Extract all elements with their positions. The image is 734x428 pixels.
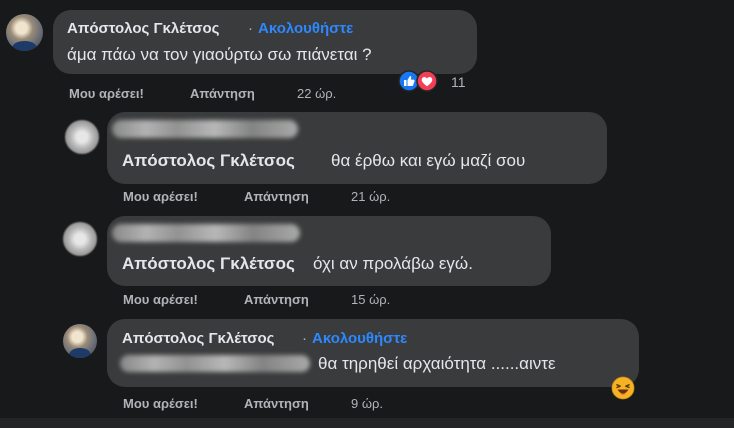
follow-link[interactable]: Ακολουθήστε	[258, 20, 353, 37]
comment-time[interactable]: 22 ώρ.	[297, 86, 336, 101]
reply-button[interactable]: Απάντηση	[190, 86, 255, 101]
comment-text: άμα πάω να τον γιαούρτω σω πιάνεται ?	[67, 45, 372, 64]
reply-text: θα έρθω και εγώ μαζί σου	[331, 151, 526, 170]
reply-mention[interactable]: Απόστολος Γκλέτσος	[122, 254, 295, 274]
next-comment-edge	[0, 418, 734, 428]
reply-avatar[interactable]	[65, 120, 99, 154]
reply-mention[interactable]: Απόστολος Γκλέτσος	[122, 151, 295, 171]
like-button[interactable]: Μου αρέσει!	[123, 189, 198, 204]
reply-avatar[interactable]	[63, 324, 97, 358]
like-button[interactable]: Μου αρέσει!	[69, 86, 144, 101]
reply-time[interactable]: 9 ώρ.	[351, 396, 383, 411]
separator-dot: ·	[248, 20, 253, 37]
reply-text: θα τηρηθεί αρχαιότητα ......αιντε	[318, 354, 556, 373]
reply-button[interactable]: Απάντηση	[244, 292, 309, 307]
comment-thread: Απόστολος Γκλέτσος · Ακολουθήστε άμα πάω…	[0, 0, 734, 428]
follow-link[interactable]: Ακολουθήστε	[312, 330, 407, 347]
mention-redacted	[120, 355, 310, 372]
like-button[interactable]: Μου αρέσει!	[123, 396, 198, 411]
commenter-avatar[interactable]	[6, 14, 43, 51]
reply-time[interactable]: 15 ώρ.	[351, 292, 390, 307]
laughing-emoji-icon	[611, 376, 635, 400]
reply-time[interactable]: 21 ώρ.	[351, 189, 390, 204]
comment-author[interactable]: Απόστολος Γκλέτσος	[67, 20, 219, 37]
reply-author[interactable]: Απόστολος Γκλέτσος	[122, 330, 274, 347]
reaction-count[interactable]: 11	[451, 74, 466, 90]
love-icon	[416, 70, 438, 92]
reply-author-redacted	[112, 120, 298, 138]
reply-button[interactable]: Απάντηση	[244, 189, 309, 204]
separator-dot: ·	[302, 330, 307, 347]
reaction-summary[interactable]	[398, 70, 442, 92]
reply-button[interactable]: Απάντηση	[244, 396, 309, 411]
reply-author-redacted	[112, 224, 300, 242]
reply-text: όχι αν προλάβω εγώ.	[313, 254, 473, 273]
like-button[interactable]: Μου αρέσει!	[123, 292, 198, 307]
reply-avatar[interactable]	[63, 222, 97, 256]
